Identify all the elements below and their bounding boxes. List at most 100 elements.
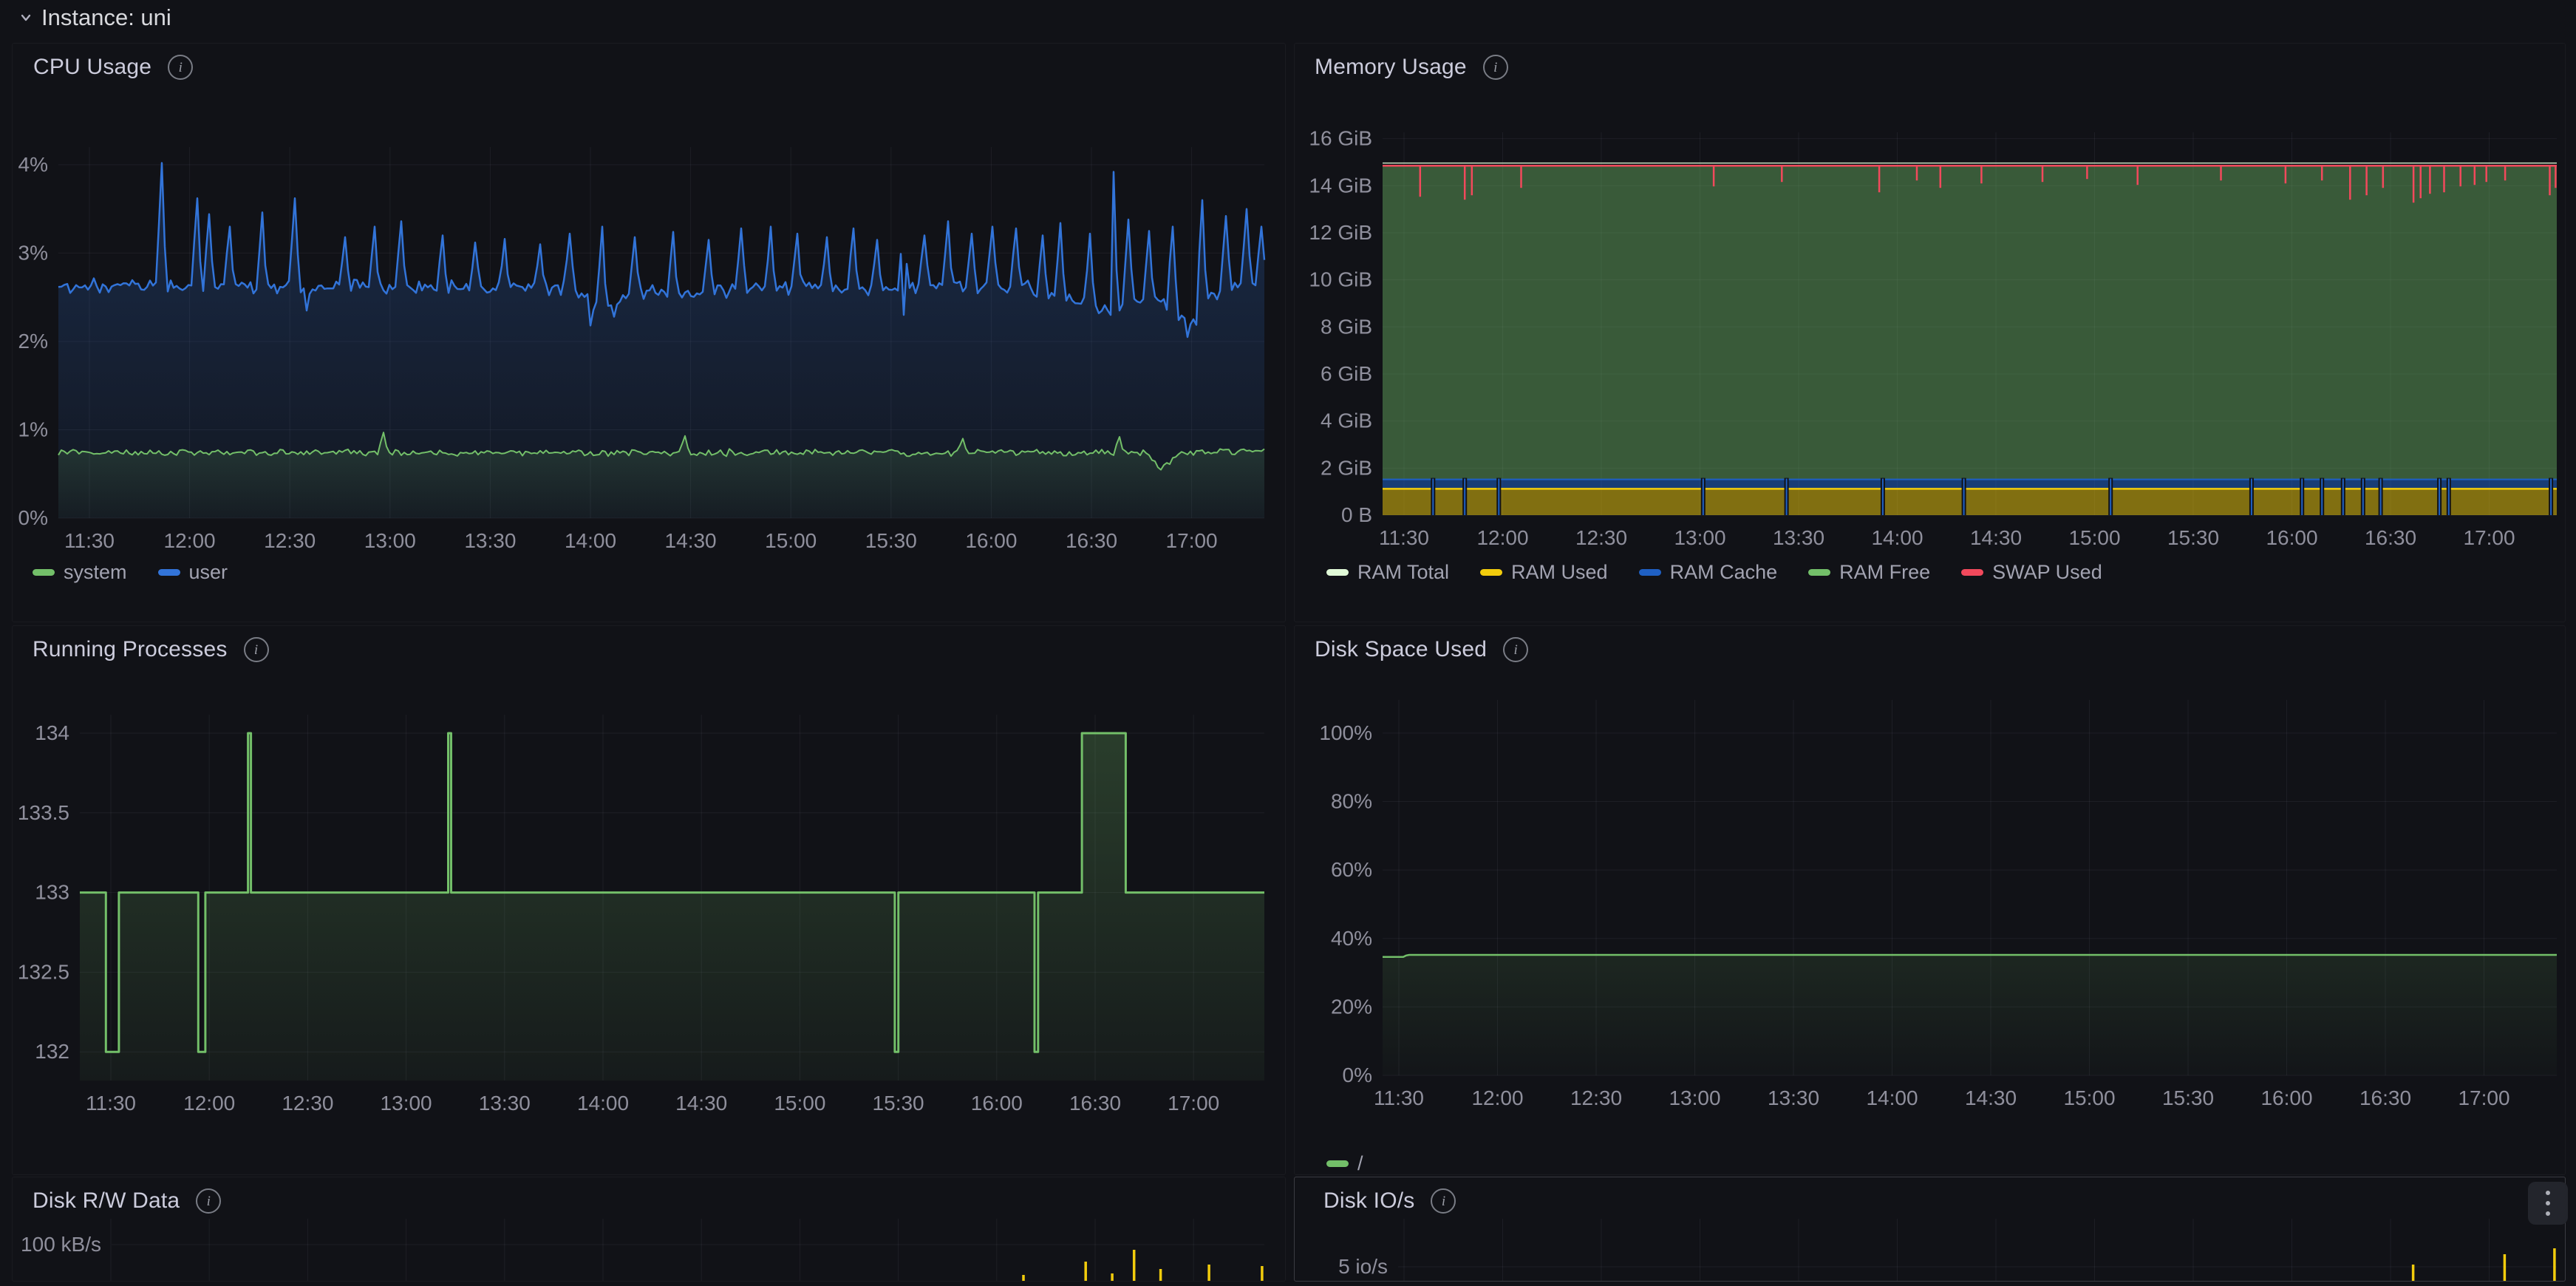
svg-text:15:30: 15:30 — [2162, 1086, 2214, 1109]
memory-usage-chart[interactable]: 0 B2 GiB4 GiB6 GiB8 GiB10 GiB12 GiB14 Gi… — [1295, 44, 2565, 622]
legend-label: system — [64, 561, 127, 584]
svg-text:15:00: 15:00 — [2063, 1086, 2115, 1109]
legend-label: user — [189, 561, 228, 584]
legend-color-swatch — [1639, 569, 1661, 576]
svg-text:12:00: 12:00 — [1471, 1086, 1523, 1109]
cpu-legend: system user — [33, 561, 228, 584]
chevron-down-icon — [18, 10, 34, 26]
legend-color-swatch — [1326, 1160, 1349, 1167]
svg-text:14:30: 14:30 — [675, 1092, 727, 1115]
svg-text:15:00: 15:00 — [774, 1092, 825, 1115]
svg-text:11:30: 11:30 — [1374, 1086, 1424, 1109]
svg-text:17:00: 17:00 — [2463, 526, 2515, 549]
row-header-instance[interactable]: Instance: uni — [18, 4, 171, 31]
svg-text:1%: 1% — [18, 418, 48, 440]
svg-text:17:00: 17:00 — [1166, 529, 1218, 552]
svg-text:16:00: 16:00 — [971, 1092, 1023, 1115]
svg-text:4 GiB: 4 GiB — [1321, 409, 1372, 432]
svg-text:0 B: 0 B — [1341, 503, 1372, 526]
svg-text:3%: 3% — [18, 241, 48, 264]
svg-text:100 kB/s: 100 kB/s — [21, 1233, 101, 1256]
svg-text:14:00: 14:00 — [565, 529, 616, 552]
disk-io-chart[interactable]: 5 io/s — [1295, 1177, 2565, 1281]
legend-label: / — [1357, 1152, 1363, 1175]
svg-text:13:00: 13:00 — [381, 1092, 432, 1115]
svg-text:16:00: 16:00 — [2260, 1086, 2312, 1109]
svg-text:11:30: 11:30 — [64, 529, 115, 552]
svg-text:14:00: 14:00 — [1866, 1086, 1918, 1109]
svg-text:12:30: 12:30 — [1570, 1086, 1622, 1109]
svg-text:12:00: 12:00 — [1476, 526, 1528, 549]
svg-text:60%: 60% — [1331, 858, 1372, 881]
svg-text:13:30: 13:30 — [1773, 526, 1824, 549]
legend-color-swatch — [1808, 569, 1830, 576]
svg-text:13:30: 13:30 — [1768, 1086, 1819, 1109]
disk-rw-data-chart[interactable]: 100 kB/s — [13, 1177, 1285, 1281]
svg-text:13:30: 13:30 — [464, 529, 516, 552]
cpu-usage-chart[interactable]: 0%1%2%3%4%11:3012:0012:3013:0013:3014:00… — [13, 44, 1285, 622]
svg-text:14:00: 14:00 — [577, 1092, 629, 1115]
svg-text:16:00: 16:00 — [965, 529, 1017, 552]
svg-text:12:00: 12:00 — [164, 529, 216, 552]
svg-text:14:30: 14:30 — [1970, 526, 2022, 549]
panel-memory-usage: Memory Usage i 0 B2 GiB4 GiB6 GiB8 GiB10… — [1294, 43, 2566, 622]
svg-text:12:30: 12:30 — [264, 529, 316, 552]
svg-text:15:30: 15:30 — [2167, 526, 2219, 549]
svg-text:14:30: 14:30 — [665, 529, 717, 552]
legend-label: RAM Free — [1839, 561, 1930, 584]
panel-running-processes: Running Processes i 132132.5133133.51341… — [12, 625, 1286, 1175]
legend-color-swatch — [1961, 569, 1983, 576]
svg-text:12 GiB: 12 GiB — [1309, 221, 1372, 244]
svg-text:2 GiB: 2 GiB — [1321, 456, 1372, 479]
panel-disk-io: Disk IO/s i 5 io/s — [1294, 1177, 2566, 1282]
svg-text:16 GiB: 16 GiB — [1309, 127, 1372, 150]
running-processes-chart[interactable]: 132132.5133133.513411:3012:0012:3013:001… — [13, 626, 1285, 1174]
svg-text:15:00: 15:00 — [2068, 526, 2120, 549]
svg-text:16:00: 16:00 — [2266, 526, 2317, 549]
svg-text:8 GiB: 8 GiB — [1321, 315, 1372, 338]
svg-text:132.5: 132.5 — [18, 960, 69, 983]
legend-item[interactable]: system — [33, 561, 127, 584]
legend-item[interactable]: RAM Used — [1480, 561, 1608, 584]
svg-text:134: 134 — [35, 721, 69, 744]
legend-label: RAM Total — [1357, 561, 1449, 584]
svg-text:15:00: 15:00 — [765, 529, 817, 552]
legend-label: RAM Used — [1511, 561, 1608, 584]
legend-item[interactable]: SWAP Used — [1961, 561, 2102, 584]
svg-text:12:30: 12:30 — [282, 1092, 333, 1115]
legend-item[interactable]: user — [158, 561, 228, 584]
panel-cpu-usage: CPU Usage i 0%1%2%3%4%11:3012:0012:3013:… — [12, 43, 1286, 622]
svg-text:133.5: 133.5 — [18, 801, 69, 824]
legend-color-swatch — [1480, 569, 1502, 576]
legend-color-swatch — [158, 569, 180, 576]
svg-text:11:30: 11:30 — [1379, 526, 1429, 549]
grafana-dashboard: Instance: uni CPU Usage i 0%1%2%3%4%11:3… — [0, 0, 2576, 1277]
svg-text:13:00: 13:00 — [364, 529, 416, 552]
svg-text:15:30: 15:30 — [865, 529, 917, 552]
svg-text:12:00: 12:00 — [183, 1092, 235, 1115]
svg-text:40%: 40% — [1331, 927, 1372, 950]
svg-text:14 GiB: 14 GiB — [1309, 174, 1372, 197]
svg-text:16:30: 16:30 — [2365, 526, 2416, 549]
legend-item[interactable]: RAM Cache — [1639, 561, 1778, 584]
svg-text:14:30: 14:30 — [1965, 1086, 2017, 1109]
legend-color-swatch — [33, 569, 55, 576]
svg-text:17:00: 17:00 — [2458, 1086, 2509, 1109]
svg-text:13:30: 13:30 — [479, 1092, 531, 1115]
svg-text:80%: 80% — [1331, 790, 1372, 813]
svg-text:16:30: 16:30 — [1066, 529, 1117, 552]
legend-item[interactable]: RAM Total — [1326, 561, 1449, 584]
svg-text:5 io/s: 5 io/s — [1338, 1255, 1388, 1278]
disk-space-legend: / — [1326, 1152, 1363, 1175]
panel-disk-rw-data: Disk R/W Data i 100 kB/s — [12, 1177, 1286, 1282]
legend-item[interactable]: RAM Free — [1808, 561, 1930, 584]
svg-text:14:00: 14:00 — [1871, 526, 1923, 549]
legend-label: SWAP Used — [1992, 561, 2102, 584]
panel-disk-space-used: Disk Space Used i 0%20%40%60%80%100%11:3… — [1294, 625, 2566, 1175]
svg-text:6 GiB: 6 GiB — [1321, 362, 1372, 385]
svg-text:4%: 4% — [18, 153, 48, 176]
svg-text:20%: 20% — [1331, 995, 1372, 1018]
disk-space-used-chart[interactable]: 0%20%40%60%80%100%11:3012:0012:3013:0013… — [1295, 626, 2565, 1174]
svg-text:133: 133 — [35, 881, 69, 904]
legend-item[interactable]: / — [1326, 1152, 1363, 1175]
